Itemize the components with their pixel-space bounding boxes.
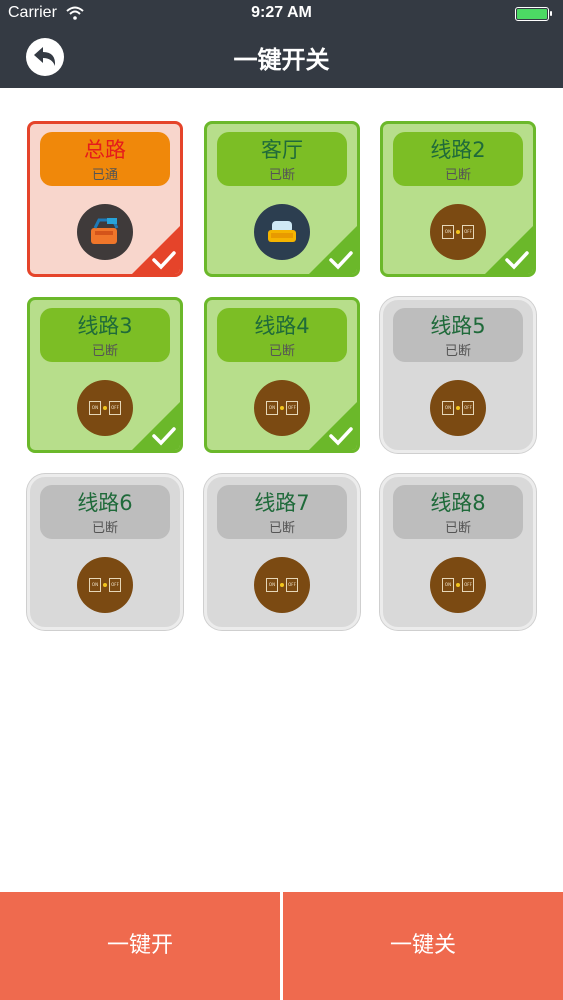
circuit-tile[interactable]: 总路 已通	[27, 121, 183, 277]
circuit-state: 已断	[444, 344, 471, 359]
checkmark-icon	[152, 427, 176, 446]
off-label: OFF	[109, 578, 121, 592]
circuit-tile[interactable]: 线路4 已断 ON OFF	[204, 297, 360, 453]
on-label: ON	[89, 401, 101, 415]
checkmark-icon	[152, 251, 176, 270]
circuit-name: 总路	[84, 138, 126, 162]
circuit-tile[interactable]: 线路3 已断 ON OFF	[27, 297, 183, 453]
circuit-name: 线路5	[430, 314, 486, 338]
checkmark-icon	[505, 251, 529, 270]
circuit-name: 线路2	[430, 138, 486, 162]
circuit-name: 线路6	[77, 491, 133, 515]
tile-label: 线路4 已断	[217, 308, 347, 362]
tile-label: 线路6 已断	[40, 485, 170, 539]
on-label: ON	[266, 578, 278, 592]
all-on-button[interactable]: 一键开	[0, 892, 280, 1000]
status-bar: Carrier 9:27 AM	[0, 0, 563, 28]
tile-label: 线路2 已断	[393, 132, 523, 186]
power-switch-icon: ON OFF	[77, 557, 133, 613]
power-switch-icon: ON OFF	[254, 557, 310, 613]
circuit-name: 线路3	[77, 314, 133, 338]
circuit-tile[interactable]: 线路6 已断 ON OFF	[27, 474, 183, 630]
tile-label: 线路7 已断	[217, 485, 347, 539]
tile-label: 线路8 已断	[393, 485, 523, 539]
circuit-state: 已断	[444, 168, 471, 183]
circuit-tile[interactable]: 线路8 已断 ON OFF	[380, 474, 536, 630]
off-label: OFF	[462, 225, 474, 239]
circuit-name: 客厅	[261, 138, 303, 162]
tile-label: 总路 已通	[40, 132, 170, 186]
off-label: OFF	[109, 401, 121, 415]
circuit-state: 已断	[268, 521, 295, 536]
circuit-tile[interactable]: 线路2 已断 ON OFF	[380, 121, 536, 277]
on-label: ON	[266, 401, 278, 415]
circuit-state: 已断	[91, 521, 118, 536]
circuit-name: 线路7	[254, 491, 310, 515]
power-switch-icon: ON OFF	[430, 204, 486, 260]
top-bar: Carrier 9:27 AM 一键开关	[0, 0, 563, 88]
clock: 9:27 AM	[251, 4, 312, 21]
circuit-state: 已断	[444, 521, 471, 536]
battery-icon	[515, 7, 552, 21]
tile-label: 线路3 已断	[40, 308, 170, 362]
off-label: OFF	[286, 578, 298, 592]
circuit-state: 已断	[268, 168, 295, 183]
power-switch-icon: ON OFF	[430, 380, 486, 436]
tile-label: 线路5 已断	[393, 308, 523, 362]
off-label: OFF	[462, 578, 474, 592]
circuit-state: 已断	[91, 344, 118, 359]
on-label: ON	[442, 401, 454, 415]
tile-label: 客厅 已断	[217, 132, 347, 186]
off-label: OFF	[286, 401, 298, 415]
checkmark-icon	[329, 427, 353, 446]
switchboard-icon	[77, 204, 133, 260]
circuit-state: 已通	[91, 168, 118, 183]
on-label: ON	[442, 578, 454, 592]
circuit-name: 线路8	[430, 491, 486, 515]
checkmark-icon	[329, 251, 353, 270]
page-title: 一键开关	[233, 46, 330, 74]
sofa-icon	[254, 204, 310, 260]
circuit-name: 线路4	[254, 314, 310, 338]
power-switch-icon: ON OFF	[77, 380, 133, 436]
all-off-button[interactable]: 一键关	[283, 892, 563, 1000]
power-switch-icon: ON OFF	[430, 557, 486, 613]
power-switch-icon: ON OFF	[254, 380, 310, 436]
circuit-tile[interactable]: 线路5 已断 ON OFF	[380, 297, 536, 453]
on-label: ON	[442, 225, 454, 239]
off-label: OFF	[462, 401, 474, 415]
circuit-state: 已断	[268, 344, 295, 359]
on-label: ON	[89, 578, 101, 592]
circuit-tile[interactable]: 客厅 已断	[204, 121, 360, 277]
circuit-tile[interactable]: 线路7 已断 ON OFF	[204, 474, 360, 630]
